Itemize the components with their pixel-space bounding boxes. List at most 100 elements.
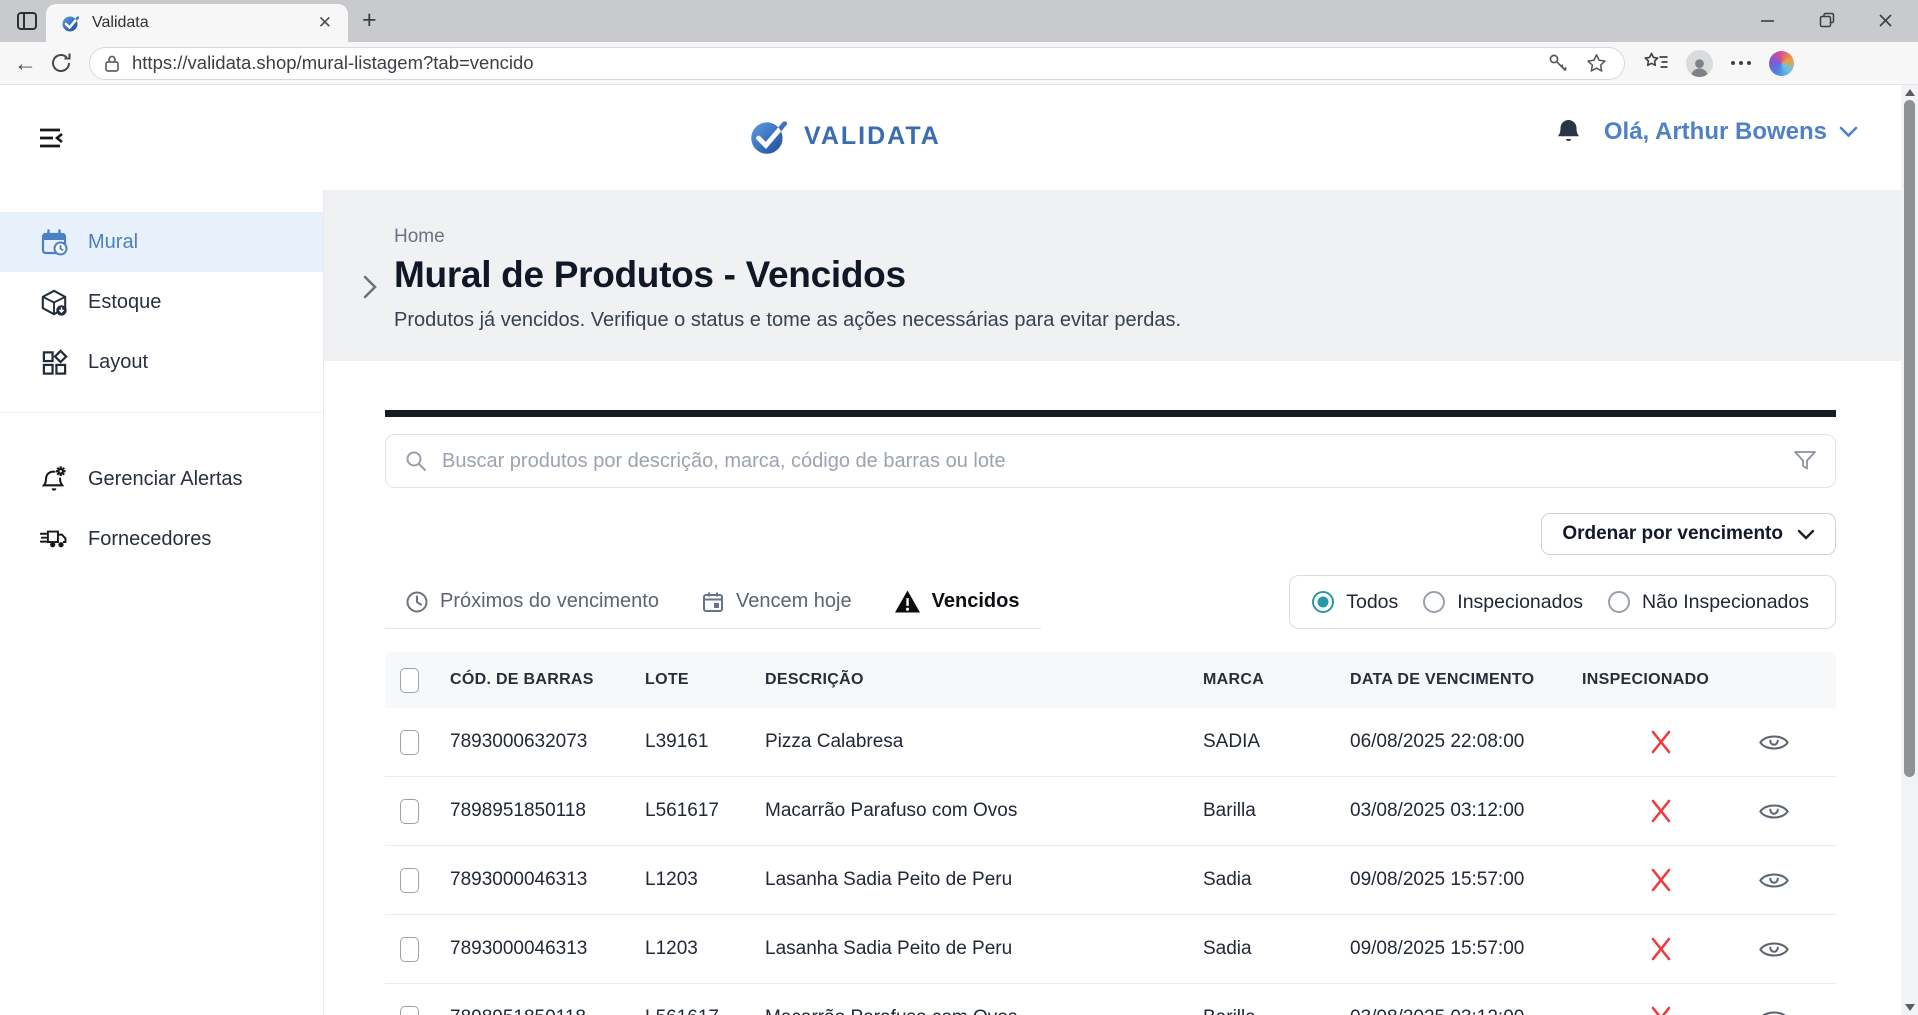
scrollbar-thumb[interactable] xyxy=(1904,100,1915,777)
tab-label: Vencem hoje xyxy=(736,590,852,613)
products-table: CÓD. DE BARRAS LOTE DESCRIÇÃO MARCA DATA… xyxy=(385,652,1836,1015)
row-checkbox[interactable] xyxy=(400,868,419,893)
close-button[interactable] xyxy=(1856,0,1915,40)
tab-search-icon[interactable] xyxy=(14,8,40,34)
scroll-down-arrow-icon[interactable] xyxy=(1905,1004,1915,1011)
radio-checked-icon[interactable] xyxy=(1312,591,1334,613)
sidebar-item-fornecedores[interactable]: Fornecedores xyxy=(0,509,323,569)
minimize-button[interactable] xyxy=(1738,0,1797,40)
filter-nao-inspecionados[interactable]: Não Inspecionados xyxy=(1608,591,1809,614)
sidebar-item-mural[interactable]: Mural xyxy=(0,212,323,272)
breadcrumb[interactable]: Home xyxy=(394,226,1871,248)
address-bar[interactable]: https://validata.shop/mural-listagem?tab… xyxy=(89,47,1625,80)
not-inspected-x-icon xyxy=(1649,729,1673,755)
copilot-icon[interactable] xyxy=(1769,51,1794,76)
favorite-star-icon[interactable] xyxy=(1585,52,1608,75)
sidebar-item-gerenciar-alertas[interactable]: Gerenciar Alertas xyxy=(0,449,323,509)
column-header[interactable]: INSPECIONADO xyxy=(1582,671,1740,689)
user-menu-chevron-icon[interactable] xyxy=(1839,126,1858,138)
view-eye-icon[interactable] xyxy=(1758,869,1790,892)
not-inspected-x-icon xyxy=(1649,1005,1673,1015)
cell-marca: Barilla xyxy=(1203,1007,1350,1015)
radio-unchecked-icon[interactable] xyxy=(1608,591,1630,613)
view-eye-icon[interactable] xyxy=(1758,800,1790,823)
browser-tab[interactable]: Validata ✕ xyxy=(46,4,348,42)
radio-unchecked-icon[interactable] xyxy=(1423,591,1445,613)
restore-button[interactable] xyxy=(1797,0,1856,40)
browser-toolbar: ← https://validata.shop/mural-listagem?t… xyxy=(0,42,1918,85)
page-header: Home Mural de Produtos - Vencidos Produt… xyxy=(324,190,1901,361)
cell-barcode: 7893000046313 xyxy=(450,869,645,891)
favorites-hub-icon[interactable] xyxy=(1643,51,1669,75)
cell-vencimento: 03/08/2025 03:12:00 xyxy=(1350,1007,1582,1015)
cell-vencimento: 09/08/2025 15:57:00 xyxy=(1350,869,1582,891)
brand-text: VALIDATA xyxy=(804,122,941,151)
validata-logo-icon xyxy=(746,113,792,159)
row-checkbox[interactable] xyxy=(400,1006,419,1015)
browser-tab-strip: Validata ✕ + xyxy=(0,0,1918,42)
cell-lote: L1203 xyxy=(645,938,765,960)
not-inspected-x-icon xyxy=(1649,867,1673,893)
tab-proximos-do-vencimento[interactable]: Próximos do vencimento xyxy=(405,590,659,614)
view-eye-icon[interactable] xyxy=(1758,731,1790,754)
sidebar-item-layout[interactable]: Layout xyxy=(0,332,323,392)
search-input[interactable] xyxy=(442,450,1793,473)
page-title: Mural de Produtos - Vencidos xyxy=(394,254,906,296)
cell-lote: L561617 xyxy=(645,1007,765,1015)
column-header[interactable]: DATA DE VENCIMENTO xyxy=(1350,671,1582,689)
cell-marca: Sadia xyxy=(1203,938,1350,960)
column-header[interactable]: LOTE xyxy=(645,671,765,689)
url-text[interactable]: https://validata.shop/mural-listagem?tab… xyxy=(132,52,1547,74)
app-header: VALIDATA Olá, Arthur Bowens xyxy=(0,85,1901,190)
user-greeting[interactable]: Olá, Arthur Bowens xyxy=(1604,118,1827,146)
scroll-up-arrow-icon[interactable] xyxy=(1905,89,1915,96)
tab-close-icon[interactable]: ✕ xyxy=(312,11,338,35)
cell-vencimento: 09/08/2025 15:57:00 xyxy=(1350,938,1582,960)
row-checkbox[interactable] xyxy=(400,799,419,824)
validata-logo: VALIDATA xyxy=(746,113,941,159)
settings-more-icon[interactable] xyxy=(1730,60,1752,66)
sidebar: Mural Estoque xyxy=(0,190,324,1015)
breadcrumb-chevron-icon xyxy=(362,274,378,300)
tab-label: Próximos do vencimento xyxy=(440,590,659,613)
row-checkbox[interactable] xyxy=(400,937,419,962)
tab-title: Validata xyxy=(92,14,312,32)
row-checkbox[interactable] xyxy=(400,730,419,755)
back-icon[interactable]: ← xyxy=(14,50,37,77)
sidebar-item-label: Fornecedores xyxy=(88,528,211,551)
site-lock-icon[interactable] xyxy=(102,53,122,73)
calendar-icon xyxy=(701,590,725,614)
page-scrollbar[interactable] xyxy=(1901,85,1918,1015)
cell-descricao: Macarrão Parafuso com Ovos xyxy=(765,800,1203,822)
filter-label: Todos xyxy=(1346,591,1398,614)
profile-avatar[interactable] xyxy=(1686,50,1713,77)
filter-funnel-icon[interactable] xyxy=(1793,450,1817,472)
table-body: 7893000632073 L39161 Pizza Calabresa SAD… xyxy=(385,708,1836,1015)
password-key-icon[interactable] xyxy=(1547,52,1569,74)
view-eye-icon[interactable] xyxy=(1758,1007,1790,1015)
filter-inspecionados[interactable]: Inspecionados xyxy=(1423,591,1583,614)
grid-icon xyxy=(40,349,68,376)
tab-vencidos[interactable]: Vencidos xyxy=(894,589,1020,614)
menu-fold-icon[interactable] xyxy=(37,124,65,152)
column-header[interactable]: MARCA xyxy=(1203,671,1350,689)
view-eye-icon[interactable] xyxy=(1758,938,1790,961)
table-row: 7893000632073 L39161 Pizza Calabresa SAD… xyxy=(385,708,1836,777)
cell-marca: Barilla xyxy=(1203,800,1350,822)
select-all-checkbox[interactable] xyxy=(400,668,419,693)
search-box[interactable] xyxy=(385,434,1836,488)
package-icon xyxy=(40,288,68,317)
notification-bell-icon[interactable] xyxy=(1555,117,1582,147)
filter-todos[interactable]: Todos xyxy=(1312,591,1398,614)
section-divider-bar xyxy=(385,410,1836,417)
refresh-icon[interactable] xyxy=(49,51,73,75)
table-row: 7893000046313 L1203 Lasanha Sadia Peito … xyxy=(385,915,1836,984)
validata-favicon-icon xyxy=(60,12,82,34)
column-header[interactable]: CÓD. DE BARRAS xyxy=(450,671,645,689)
sidebar-item-estoque[interactable]: Estoque xyxy=(0,272,323,332)
inspection-filter-group: Todos Inspecionados Não Inspecionados xyxy=(1289,575,1836,629)
column-header[interactable]: DESCRIÇÃO xyxy=(765,671,1203,689)
tab-vencem-hoje[interactable]: Vencem hoje xyxy=(701,590,852,614)
new-tab-button[interactable]: + xyxy=(362,8,377,33)
sort-by-expiry-button[interactable]: Ordenar por vencimento xyxy=(1541,513,1836,555)
